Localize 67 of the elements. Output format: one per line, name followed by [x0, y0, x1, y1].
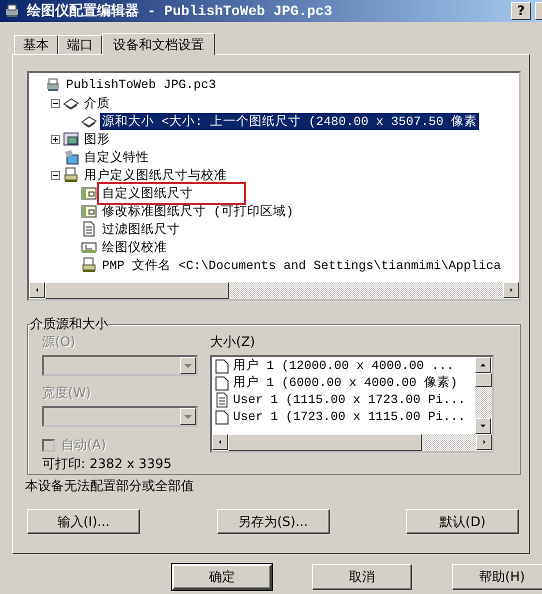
page-icon — [214, 374, 230, 390]
collapse-toggle[interactable] — [51, 98, 60, 108]
page-icon — [214, 408, 230, 424]
tree-item[interactable]: 用户定义图纸尺寸与校准 — [82, 166, 229, 184]
tab[interactable]: 基本 — [14, 35, 58, 54]
image-icon — [63, 131, 79, 147]
printable-area-text: 可打印: 2382 x 3395 — [42, 456, 173, 473]
printer-icon — [4, 3, 20, 19]
dialog-button[interactable]: 取消 — [312, 564, 412, 590]
expand-toggle[interactable] — [51, 134, 60, 144]
tree-item[interactable]: 源和大小 <大小: 上一个图纸尺寸 (2480.00 x 3507.50 像素 — [100, 112, 480, 130]
scroll-up-button[interactable] — [475, 357, 491, 373]
scrollbar-thumb[interactable] — [228, 434, 422, 451]
tree-item[interactable]: 修改标准图纸尺寸 (可打印区域) — [100, 202, 296, 220]
action-button[interactable]: 默认(D) — [406, 509, 519, 534]
field-label: 大小(Z) — [210, 334, 256, 351]
printer-icon — [45, 77, 61, 93]
tree-item[interactable]: 图形 — [82, 130, 112, 148]
list-item[interactable]: User 1 (1723.00 x 1115.00 Pi... — [214, 408, 475, 425]
help-button[interactable]: ? — [511, 2, 531, 20]
status-text: 本设备无法配置部分或全部值 — [25, 478, 195, 496]
scroll-left-button[interactable] — [29, 282, 45, 298]
plotter-icon — [81, 257, 97, 273]
close-button[interactable] — [535, 2, 542, 20]
window-title: 绘图仪配置编辑器 - PublishToWeb JPG.pc3 — [27, 2, 334, 20]
tree-item[interactable]: 介质 — [82, 94, 112, 112]
tree-item[interactable]: 自定义图纸尺寸 — [100, 184, 243, 202]
settings-icon — [63, 149, 79, 165]
scrollbar-thumb[interactable] — [475, 373, 492, 387]
arrow-down-icon — [479, 424, 487, 428]
checkbox-label: 自动(A) — [61, 437, 106, 454]
plotter-icon — [63, 167, 79, 183]
scroll-left-button[interactable] — [212, 434, 228, 450]
field-label: 宽度(W) — [42, 385, 92, 402]
list-item[interactable]: User 1 (1115.00 x 1723.00 Pi... — [214, 391, 475, 408]
scroll-right-button[interactable] — [503, 282, 519, 298]
dialog-button[interactable]: 帮助(H) — [452, 564, 542, 590]
tree-item[interactable]: PMP 文件名 <C:\Documents and Settings\tianmimi\Applica — [100, 256, 504, 274]
dialog-button[interactable]: 确定 — [172, 564, 272, 590]
list-item[interactable]: 用户 1 (6000.00 x 4000.00 像素) — [214, 374, 475, 391]
document-icon — [81, 221, 97, 237]
tab[interactable]: 端口 — [58, 35, 102, 54]
tree-item[interactable]: PublishToWeb JPG.pc3 — [64, 78, 218, 92]
arrow-up-icon — [479, 363, 487, 367]
group-title: 介质源和大小 — [30, 316, 108, 333]
paper-size-icon — [81, 203, 97, 219]
tree-item[interactable]: 过滤图纸尺寸 — [100, 220, 182, 238]
field-label: 源(O) — [42, 334, 76, 351]
paper-size-icon — [81, 185, 97, 201]
scroll-right-button[interactable] — [476, 434, 492, 450]
arrow-left-icon — [218, 438, 222, 446]
tree-item[interactable]: 自定义特性 — [82, 148, 151, 166]
caret-icon — [184, 364, 192, 368]
collapse-toggle[interactable] — [51, 170, 60, 180]
caret-icon — [184, 414, 192, 418]
tab[interactable]: 设备和文档设置 — [102, 33, 215, 55]
arrow-left-icon — [35, 286, 39, 294]
document-icon — [214, 392, 230, 408]
action-button[interactable]: 输入(I)... — [27, 509, 140, 534]
tree-item[interactable]: 绘图仪校准 — [100, 238, 169, 256]
action-button[interactable]: 另存为(S)... — [216, 509, 330, 534]
page-icon — [214, 358, 230, 374]
arrow-right-icon — [482, 438, 486, 446]
list-item[interactable]: 用户 1 (12000.00 x 4000.00 ... — [214, 357, 475, 374]
scrollbar-thumb[interactable] — [45, 282, 230, 299]
arrow-right-icon — [509, 286, 513, 294]
scroll-down-button[interactable] — [475, 418, 491, 434]
